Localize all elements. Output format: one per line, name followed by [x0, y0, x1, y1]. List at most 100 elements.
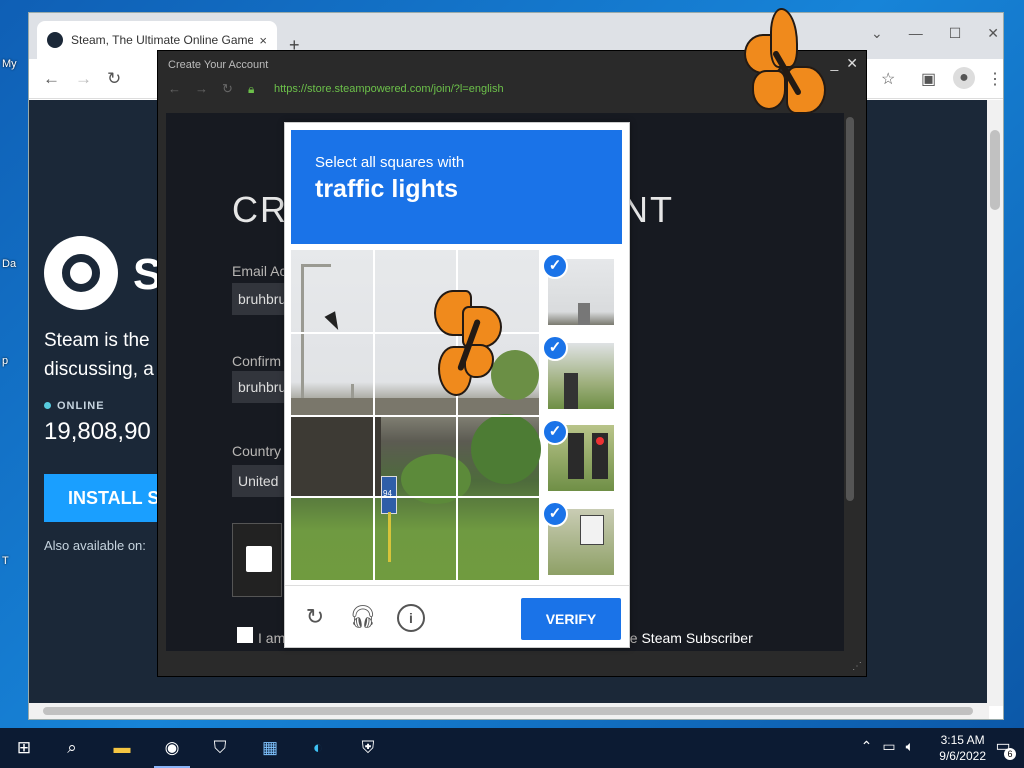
traffic-light-icon: [564, 373, 578, 409]
control-panel-icon[interactable]: ▦: [256, 734, 284, 762]
also-available-label: Also available on:: [44, 538, 146, 553]
bookmark-star-icon[interactable]: ☆: [881, 69, 895, 89]
sign-post: [388, 512, 391, 562]
butterfly-wing: [770, 8, 798, 68]
checkmark-icon: ✓: [542, 253, 568, 279]
edge-icon[interactable]: ◐: [304, 734, 332, 762]
email-label: Email Ac: [232, 263, 287, 279]
pole-fragment: [578, 303, 590, 325]
close-button[interactable]: ✕: [987, 25, 999, 42]
volume-icon[interactable]: 🔈︎: [906, 738, 914, 755]
desktop-icon-label[interactable]: T: [2, 555, 9, 567]
checkmark-icon: ✓: [542, 419, 568, 445]
clock-date: 9/6/2022: [939, 749, 986, 763]
butterfly-icon: [742, 8, 830, 116]
lock-icon: 🔒︎: [248, 82, 255, 96]
windows-start-icon[interactable]: ⊞: [10, 734, 38, 762]
country-select[interactable]: United: [232, 465, 292, 497]
tab-title: Steam, The Ultimate Online Game: [71, 33, 254, 47]
install-steam-button[interactable]: INSTALL S: [44, 474, 164, 522]
taskbar: ⊞ ⌕ ▬ ◉ ⛉ ▦ ◐ ⛨ ⌃ ▭ 🔈︎ 3:15 AM 9/6/2022 …: [0, 728, 1024, 768]
file-explorer-icon[interactable]: ▬: [108, 734, 136, 762]
checkmark-icon: ✓: [542, 501, 568, 527]
captcha-instruction: Select all squares with: [315, 154, 465, 171]
agree-checkbox[interactable]: [237, 627, 253, 643]
window-controls: ⌄ — ☐ ✕: [871, 25, 999, 42]
tree: [471, 414, 541, 484]
online-label: ONLINE: [57, 400, 105, 412]
traffic-light-icon: [568, 433, 584, 479]
popup-url[interactable]: https://store.steampowered.com/join/?l=e…: [274, 83, 504, 95]
popup-scrollbar[interactable]: [844, 113, 856, 651]
country-label: Country: [232, 443, 282, 459]
agree-text: I am: [258, 630, 286, 646]
tagline-line: Steam is the: [44, 330, 150, 351]
confirm-email-field[interactable]: bruhbru: [232, 371, 292, 403]
recaptcha-checkbox[interactable]: [246, 546, 272, 572]
menu-kebab-icon[interactable]: ⋮: [987, 69, 1003, 89]
highway-sign: 94: [381, 476, 397, 514]
lamp-pole: [301, 264, 304, 404]
steam-subscriber-link[interactable]: Steam Subscriber: [641, 630, 752, 646]
popup-forward-icon[interactable]: →: [195, 81, 208, 97]
butterfly-wing: [752, 70, 786, 110]
forward-icon[interactable]: →: [75, 69, 92, 89]
popup-close-button[interactable]: ✕: [846, 55, 858, 72]
clock[interactable]: 3:15 AM 9/6/2022: [939, 732, 986, 764]
chrome-icon[interactable]: ◉: [158, 734, 186, 762]
recaptcha-box: [232, 523, 282, 597]
page-vertical-scrollbar[interactable]: [987, 100, 1003, 706]
side-panel-icon[interactable]: ▣: [921, 69, 936, 89]
minimize-button[interactable]: —: [909, 25, 923, 42]
steam-tagline: Steam is the discussing, a: [44, 326, 164, 384]
search-icon[interactable]: ⌕: [58, 734, 86, 762]
confirm-email-label: Confirm: [232, 353, 282, 369]
system-tray: ⌃ ▭ 🔈︎: [861, 738, 914, 755]
agree-text-end: he Steam Subscriber: [622, 630, 753, 646]
online-dot-icon: [44, 402, 51, 409]
maximize-button[interactable]: ☐: [949, 25, 962, 42]
resize-grip-icon[interactable]: ⋰: [852, 661, 862, 672]
desktop-icon-label[interactable]: p: [2, 355, 8, 367]
butterfly-wing: [786, 66, 826, 114]
back-icon[interactable]: ←: [43, 69, 60, 89]
popup-title: Create Your Account: [168, 59, 269, 71]
underpass-shadow: [291, 416, 381, 496]
lamp-arm: [301, 264, 331, 267]
shield-icon[interactable]: ⛉: [206, 734, 234, 762]
security-shield-icon[interactable]: ⛨: [354, 734, 382, 762]
notification-icon[interactable]: ▭ 6: [990, 736, 1016, 760]
chevron-down-icon[interactable]: ⌄: [871, 25, 883, 42]
network-icon[interactable]: ▭: [882, 738, 895, 755]
popup-minimize-button[interactable]: _: [830, 55, 838, 72]
popup-nav: ← → ↻: [168, 81, 233, 97]
grid-line: [291, 415, 539, 417]
page-horizontal-scrollbar[interactable]: [29, 703, 989, 719]
clock-time: 3:15 AM: [940, 733, 985, 747]
chevron-up-icon[interactable]: ⌃: [861, 738, 873, 755]
captcha-target: traffic lights: [315, 175, 459, 203]
popup-controls: _ ✕: [830, 55, 858, 72]
desktop-icon-label[interactable]: Da: [2, 258, 16, 270]
popup-back-icon[interactable]: ←: [168, 81, 181, 97]
reload-icon[interactable]: ↻: [107, 69, 121, 89]
verify-button[interactable]: VERIFY: [521, 598, 621, 640]
steam-favicon-icon: [47, 32, 63, 48]
desktop-icon-label[interactable]: My: [2, 58, 17, 70]
email-field[interactable]: bruhbru: [232, 283, 292, 315]
audio-challenge-icon[interactable]: 🎧︎: [349, 604, 377, 632]
reload-challenge-icon[interactable]: ↻: [301, 604, 329, 632]
online-status: ONLINE: [44, 400, 105, 412]
captcha-header: Select all squares with traffic lights: [291, 130, 622, 244]
online-count: 19,808,90: [44, 418, 151, 445]
tagline-line: discussing, a: [44, 359, 154, 380]
captcha-footer: ↻ 🎧︎ i VERIFY: [285, 585, 629, 647]
steam-logo-icon: [44, 236, 118, 310]
profile-avatar-icon[interactable]: ●: [953, 67, 975, 89]
info-icon[interactable]: i: [397, 604, 425, 632]
red-light-icon: [596, 437, 604, 445]
road-sign-icon: [580, 515, 604, 545]
tab-close-icon[interactable]: ×: [259, 33, 267, 48]
butterfly-icon: [434, 288, 504, 404]
popup-reload-icon[interactable]: ↻: [222, 81, 233, 97]
